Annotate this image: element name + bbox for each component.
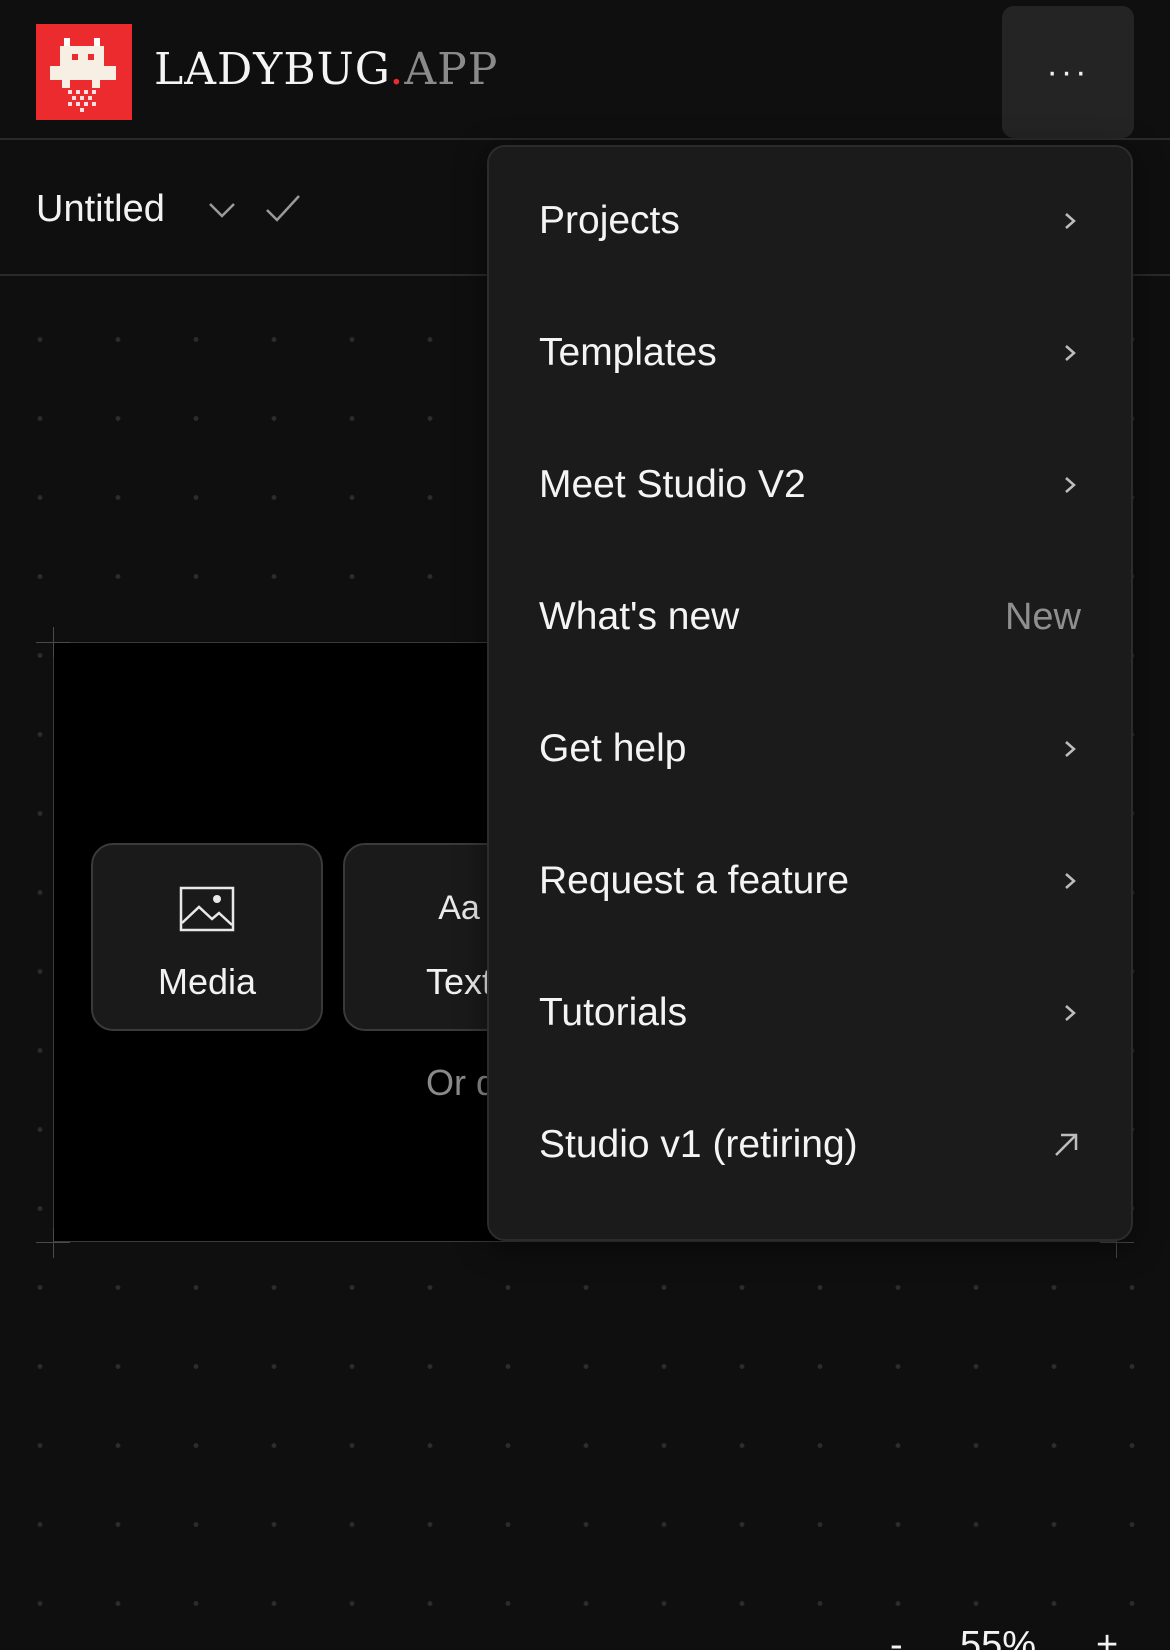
menu-item-request-feature[interactable]: Request a feature — [489, 815, 1131, 947]
new-badge: New — [1004, 595, 1081, 638]
tile-label: Media — [157, 961, 257, 1002]
menu-item-label: Request a feature — [539, 859, 850, 902]
app-header: LADYBUG.APP ··· — [0, 0, 1170, 140]
add-media-button[interactable]: Media — [91, 843, 323, 1031]
menu-item-tutorials[interactable]: Tutorials — [489, 947, 1131, 1079]
corner-mark — [1100, 1242, 1134, 1243]
menu-item-label: What's new — [539, 595, 740, 638]
more-menu-button[interactable]: ··· — [1002, 6, 1134, 138]
zoom-in-button[interactable]: + — [1096, 1624, 1118, 1650]
main-menu: Projects Templates Meet Studio V2 What's… — [487, 145, 1133, 1241]
menu-item-label: Get help — [539, 727, 687, 770]
menu-item-label: Meet Studio V2 — [539, 463, 806, 506]
menu-item-label: Tutorials — [539, 991, 688, 1034]
menu-item-templates[interactable]: Templates — [489, 287, 1131, 419]
menu-item-meet-studio-v2[interactable]: Meet Studio V2 — [489, 419, 1131, 551]
chevron-right-icon — [1065, 1005, 1076, 1021]
corner-mark — [36, 642, 70, 643]
menu-item-projects[interactable]: Projects — [489, 155, 1131, 287]
drop-hint-text: Or d — [426, 1062, 497, 1103]
chevron-right-icon — [1065, 741, 1076, 757]
menu-item-label: Projects — [539, 199, 680, 242]
chevron-right-icon — [1065, 345, 1076, 361]
chevron-right-icon — [1065, 873, 1076, 889]
brand-main: LADYBUG — [154, 44, 390, 95]
ladybug-logo-icon[interactable] — [36, 24, 132, 120]
menu-item-whats-new[interactable]: What's new New — [489, 551, 1131, 683]
menu-item-get-help[interactable]: Get help — [489, 683, 1131, 815]
chevron-down-icon[interactable] — [206, 194, 238, 226]
zoom-level[interactable]: 55% — [960, 1624, 1036, 1650]
corner-mark — [36, 1242, 70, 1243]
project-title[interactable]: Untitled — [36, 186, 165, 232]
chevron-right-icon — [1065, 213, 1076, 229]
corner-mark — [53, 1228, 54, 1258]
menu-item-studio-v1[interactable]: Studio v1 (retiring) — [489, 1079, 1131, 1211]
brand-suffix: APP — [404, 44, 499, 95]
menu-item-label: Templates — [539, 331, 717, 374]
brand-dot: . — [389, 44, 405, 95]
image-icon — [179, 886, 235, 932]
brand-wordmark[interactable]: LADYBUG.APP — [154, 44, 498, 96]
external-link-icon — [1055, 1133, 1078, 1156]
chevron-right-icon — [1065, 477, 1076, 493]
zoom-out-button[interactable]: - — [890, 1624, 903, 1650]
more-icon: ··· — [1046, 52, 1090, 91]
saved-check-icon — [266, 195, 300, 222]
menu-item-label: Studio v1 (retiring) — [539, 1123, 858, 1166]
